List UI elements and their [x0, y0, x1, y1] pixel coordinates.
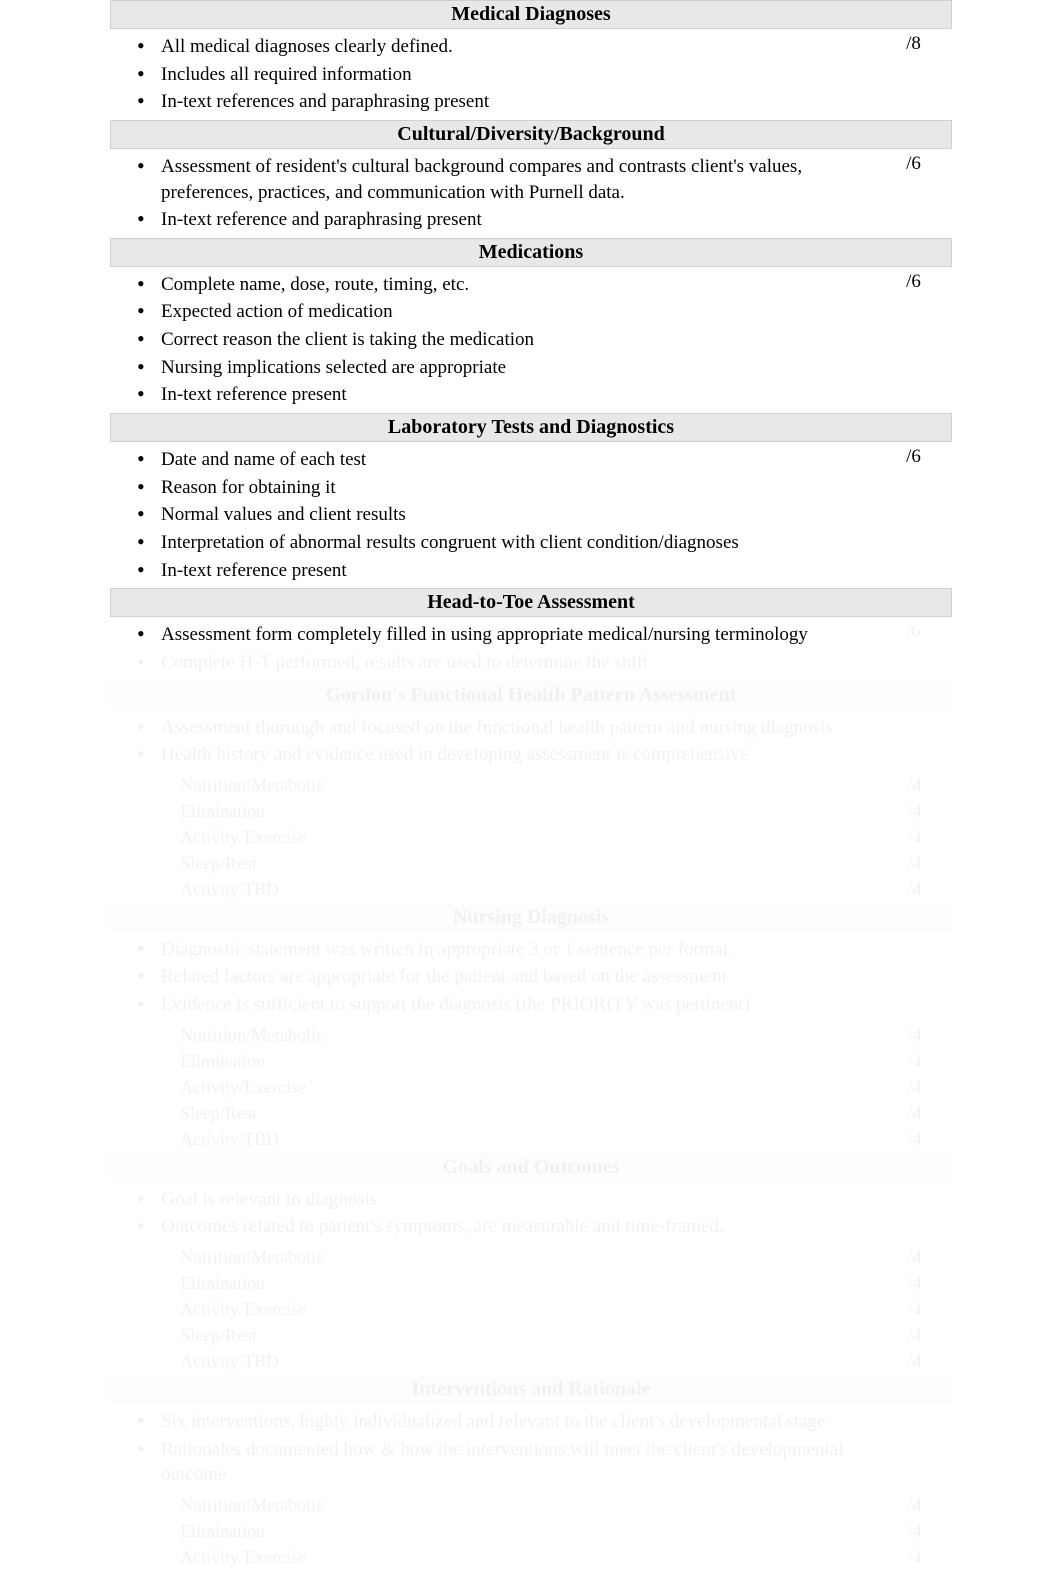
criteria: Assessment thorough and focused on the f… — [111, 710, 876, 773]
bullet-item: Outcomes related to patient's symptoms, … — [161, 1213, 866, 1241]
sub-table: Nutrition/Metabolic/4 Elimination/4 Acti… — [110, 1023, 952, 1153]
criteria: Six interventions, highly individualized… — [111, 1404, 876, 1493]
bullet-item: Assessment of resident's cultural backgr… — [161, 153, 866, 206]
bullet-item: In-text reference present — [161, 557, 866, 585]
criteria: All medical diagnoses clearly defined. I… — [111, 29, 876, 120]
sub-row: Activity TBD/4 — [110, 877, 952, 903]
faded-region: Gordon's Functional Health Pattern Asses… — [0, 681, 1062, 1571]
section-title: Goals and Outcomes — [110, 1153, 952, 1182]
criteria: Assessment form completely filled in usi… — [111, 617, 876, 680]
section-medications: Medications Complete name, dose, route, … — [0, 238, 1062, 413]
bullet-item: Nursing implications selected are approp… — [161, 354, 866, 382]
score-value: /8 — [876, 29, 951, 120]
section-cultural: Cultural/Diversity/Background Assessment… — [0, 120, 1062, 238]
score-value: /6 — [876, 442, 951, 588]
section-title: Interventions and Rationale — [110, 1375, 952, 1404]
sub-row: Nutrition/Metabolic/4 — [110, 1493, 952, 1519]
section-content: All medical diagnoses clearly defined. I… — [110, 29, 952, 120]
bullet-item: In-text references and paraphrasing pres… — [161, 88, 866, 116]
bullet-item: Normal values and client results — [161, 501, 866, 529]
bullet-item: In-text reference present — [161, 381, 866, 409]
criteria: Goal is relevant to diagnosis Outcomes r… — [111, 1182, 876, 1245]
sub-row: Sleep/Rest/4 — [110, 1323, 952, 1349]
sub-row: Activity TBD/4 — [110, 1127, 952, 1153]
sub-row: Sleep/Rest/4 — [110, 1101, 952, 1127]
section-medical-diagnoses: Medical Diagnoses All medical diagnoses … — [0, 0, 1062, 120]
bullet-item: Evidence is sufficient to support the di… — [161, 991, 866, 1019]
section-title: Head-to-Toe Assessment — [110, 588, 952, 617]
bullet-item: Date and name of each test — [161, 446, 866, 474]
sub-table: Nutrition/Metabolic/4 Elimination/4 Acti… — [110, 1245, 952, 1375]
section-title: Laboratory Tests and Diagnostics — [110, 413, 952, 442]
section-gordons: Gordon's Functional Health Pattern Asses… — [0, 681, 1062, 903]
criteria: Complete name, dose, route, timing, etc.… — [111, 267, 876, 413]
sub-row: Activity/Exercise/4 — [110, 1297, 952, 1323]
section-title: Nursing Diagnosis — [110, 903, 952, 932]
section-title: Gordon's Functional Health Pattern Asses… — [110, 681, 952, 710]
bullet-item: Complete H-T performed, results are used… — [161, 649, 866, 677]
section-content: Six interventions, highly individualized… — [110, 1404, 952, 1493]
bullet-item: Complete name, dose, route, timing, etc. — [161, 271, 866, 299]
rubric-page: Medical Diagnoses All medical diagnoses … — [0, 0, 1062, 1571]
section-content: Complete name, dose, route, timing, etc.… — [110, 267, 952, 413]
score-value — [876, 932, 951, 1023]
bullet-item: Includes all required information — [161, 61, 866, 89]
section-laboratory: Laboratory Tests and Diagnostics Date an… — [0, 413, 1062, 588]
bullet-item: Related factors are appropriate for the … — [161, 963, 866, 991]
section-title: Medications — [110, 238, 952, 267]
bullet-item: Diagnostic statement was written in appr… — [161, 936, 866, 964]
section-interventions: Interventions and Rationale Six interven… — [0, 1375, 1062, 1571]
section-title: Medical Diagnoses — [110, 0, 952, 29]
criteria: Assessment of resident's cultural backgr… — [111, 149, 876, 238]
sub-row: Elimination/4 — [110, 1271, 952, 1297]
section-goals-outcomes: Goals and Outcomes Goal is relevant to d… — [0, 1153, 1062, 1375]
section-content: Assessment thorough and focused on the f… — [110, 710, 952, 773]
sub-table: Nutrition/Metabolic/4 Elimination/4 Acti… — [110, 1493, 952, 1571]
section-content: Date and name of each test Reason for ob… — [110, 442, 952, 588]
sub-row: Activity TBD/4 — [110, 1349, 952, 1375]
score-value: /6 — [876, 149, 951, 238]
bullet-item: Assessment thorough and focused on the f… — [161, 714, 866, 742]
score-value — [876, 1182, 951, 1245]
section-title: Cultural/Diversity/Background — [110, 120, 952, 149]
sub-row: Nutrition/Metabolic/4 — [110, 773, 952, 799]
bullet-item: Six interventions, highly individualized… — [161, 1408, 866, 1436]
sub-row: Elimination/4 — [110, 1049, 952, 1075]
sub-table: Nutrition/Metabolic/4 Elimination/4 Acti… — [110, 773, 952, 903]
section-content: Assessment of resident's cultural backgr… — [110, 149, 952, 238]
score-value — [876, 710, 951, 773]
sub-row: Activity/Exercise/4 — [110, 1075, 952, 1101]
score-value — [876, 1404, 951, 1493]
section-content: Assessment form completely filled in usi… — [110, 617, 952, 680]
section-nursing-diagnosis: Nursing Diagnosis Diagnostic statement w… — [0, 903, 1062, 1153]
section-content: Diagnostic statement was written in appr… — [110, 932, 952, 1023]
sub-row: Nutrition/Metabolic/4 — [110, 1245, 952, 1271]
score-value: /6 — [876, 617, 951, 680]
bullet-item: Goal is relevant to diagnosis — [161, 1186, 866, 1214]
sub-row: Sleep/Rest/4 — [110, 851, 952, 877]
section-content: Goal is relevant to diagnosis Outcomes r… — [110, 1182, 952, 1245]
bullet-item: Health history and evidence used in deve… — [161, 741, 866, 769]
score-value: /6 — [876, 267, 951, 413]
sub-row: Elimination/4 — [110, 799, 952, 825]
sub-row: Activity/Exercise/4 — [110, 1545, 952, 1571]
sub-row: Nutrition/Metabolic/4 — [110, 1023, 952, 1049]
sub-row: Elimination/4 — [110, 1519, 952, 1545]
bullet-item: All medical diagnoses clearly defined. — [161, 33, 866, 61]
bullet-item: Interpretation of abnormal results congr… — [161, 529, 866, 557]
bullet-item: In-text reference and paraphrasing prese… — [161, 206, 866, 234]
bullet-item: Correct reason the client is taking the … — [161, 326, 866, 354]
section-head-to-toe: Head-to-Toe Assessment Assessment form c… — [0, 588, 1062, 680]
bullet-item: Rationales documented how & how the inte… — [161, 1436, 866, 1489]
bullet-item: Expected action of medication — [161, 298, 866, 326]
criteria: Date and name of each test Reason for ob… — [111, 442, 876, 588]
criteria: Diagnostic statement was written in appr… — [111, 932, 876, 1023]
sub-row: Activity/Exercise/4 — [110, 825, 952, 851]
bullet-item: Reason for obtaining it — [161, 474, 866, 502]
bullet-item: Assessment form completely filled in usi… — [161, 621, 866, 649]
